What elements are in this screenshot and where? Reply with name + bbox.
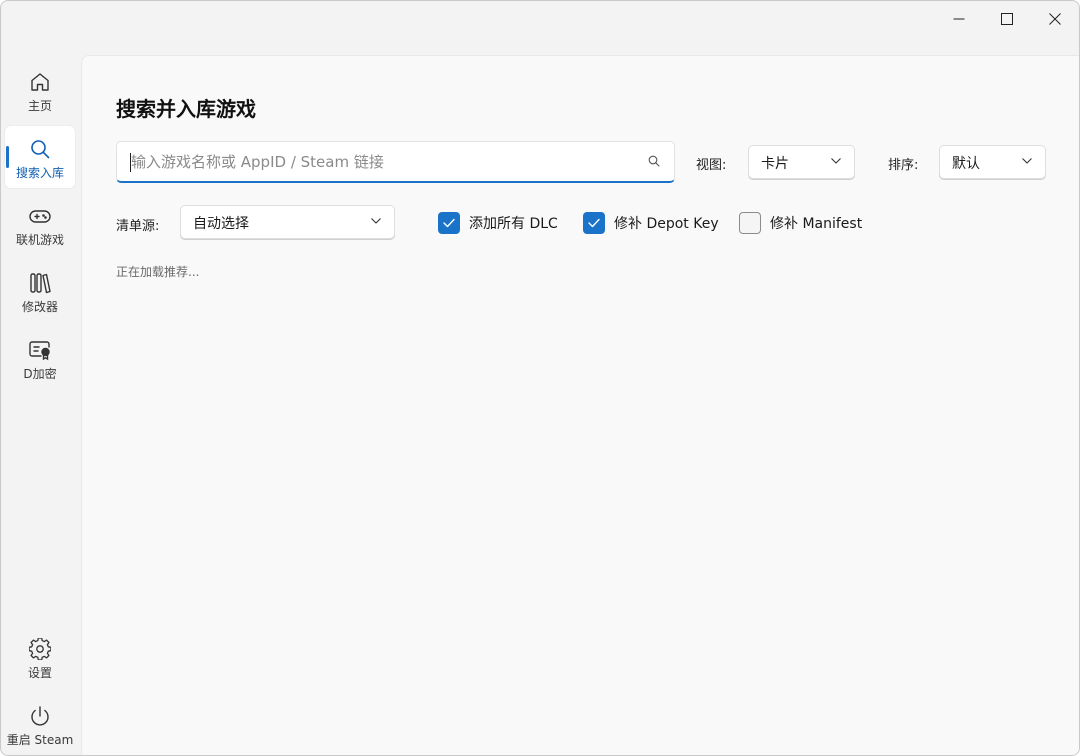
search-input[interactable] [131,150,631,174]
sidebar-item-drm[interactable]: D加密 [5,327,75,389]
sidebar-item-label: D加密 [23,367,57,381]
chevron-down-icon [1022,158,1032,164]
checkbox-checked[interactable] [583,212,605,234]
option-label: 修补 Depot Key [614,216,719,232]
sidebar-item-settings[interactable]: 设置 [5,626,75,688]
sort-select[interactable]: 默认 [939,145,1046,179]
sort-label: 排序: [888,158,919,173]
sidebar-item-label: 设置 [27,666,52,680]
option-label: 修补 Manifest [770,216,863,232]
minimize-button[interactable] [935,1,983,37]
checkbox-checked[interactable] [438,212,460,234]
sidebar-item-multiplayer[interactable]: 联机游戏 [5,193,75,255]
search-icon[interactable] [648,155,660,167]
loading-status: 正在加载推荐... [116,265,200,279]
gamepad-icon [29,210,51,223]
sidebar: 主页 搜索入库 联机游戏 修改器 D加密 设置 重启 Steam [1,55,79,755]
active-indicator [6,146,9,168]
option-label: 添加所有 DLC [469,216,558,232]
sidebar-item-label: 联机游戏 [15,233,64,247]
sidebar-item-search[interactable]: 搜索入库 [5,126,75,188]
source-select[interactable]: 自动选择 [180,205,395,239]
sidebar-item-label: 修改器 [21,300,58,314]
gear-icon [29,638,51,660]
sidebar-item-label: 重启 Steam [6,733,74,747]
chevron-down-icon [371,218,381,224]
source-label: 清单源: [116,219,160,234]
app-window: 主页 搜索入库 联机游戏 修改器 D加密 设置 重启 Steam 搜索并入库游戏… [0,0,1080,756]
view-value: 卡片 [761,156,789,172]
checkbox-unchecked[interactable] [739,212,761,234]
main-panel: 搜索并入库游戏 视图: 卡片 排序: 默认 清单源: 自动选择 添 [81,55,1079,755]
minimize-icon [953,18,965,20]
option-patch-depot-key[interactable]: 修补 Depot Key [583,211,719,235]
checkmark-icon [443,218,455,228]
maximize-button[interactable] [983,1,1031,37]
checkmark-icon [588,218,600,228]
window-controls [935,1,1079,37]
option-add-all-dlc[interactable]: 添加所有 DLC [438,211,558,235]
search-field[interactable] [116,141,675,183]
option-patch-manifest[interactable]: 修补 Manifest [739,211,862,235]
view-select[interactable]: 卡片 [748,145,855,179]
close-button[interactable] [1031,1,1079,37]
search-icon [31,140,50,159]
view-label: 视图: [696,158,727,173]
sidebar-item-trainer[interactable]: 修改器 [5,260,75,322]
sidebar-item-label: 主页 [27,99,52,113]
close-icon [1049,13,1061,25]
source-value: 自动选择 [193,216,249,232]
certificate-icon [29,341,50,361]
sidebar-item-home[interactable]: 主页 [5,59,75,121]
sort-value: 默认 [952,156,980,172]
chevron-down-icon [831,158,841,164]
page-title: 搜索并入库游戏 [116,97,256,121]
maximize-icon [1001,13,1013,25]
power-icon [31,706,49,726]
sidebar-item-label: 搜索入库 [15,166,64,180]
library-icon [30,273,51,294]
home-icon [31,73,49,91]
sidebar-item-restart-steam[interactable]: 重启 Steam [5,693,75,755]
